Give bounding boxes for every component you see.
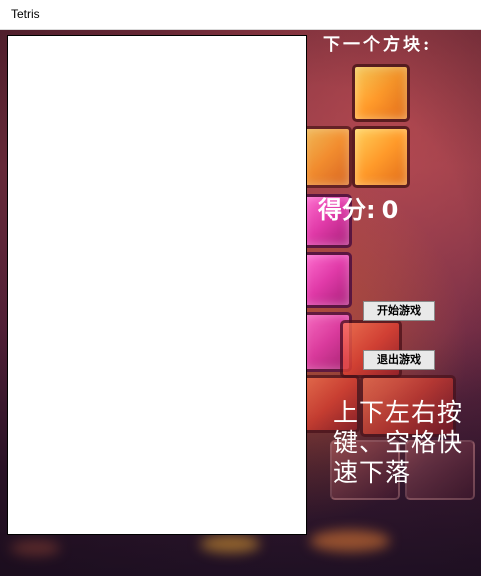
exit-game-button[interactable]: 退出游戏 <box>363 350 435 370</box>
score-label: 得分: <box>318 196 376 224</box>
game-window: 下一个方块: 得分: 0 开始游戏 退出游戏 上下左右按键、空格快速下落 <box>0 30 481 576</box>
score-value: 0 <box>381 196 399 224</box>
score-display: 得分: 0 <box>318 190 398 225</box>
window-title: Tetris <box>11 7 40 21</box>
title-bar: Tetris <box>0 0 481 30</box>
game-board[interactable] <box>7 35 307 535</box>
next-piece-label: 下一个方块: <box>323 35 433 55</box>
start-game-button[interactable]: 开始游戏 <box>363 301 435 321</box>
controls-help-text: 上下左右按键、空格快速下落 <box>333 398 464 487</box>
